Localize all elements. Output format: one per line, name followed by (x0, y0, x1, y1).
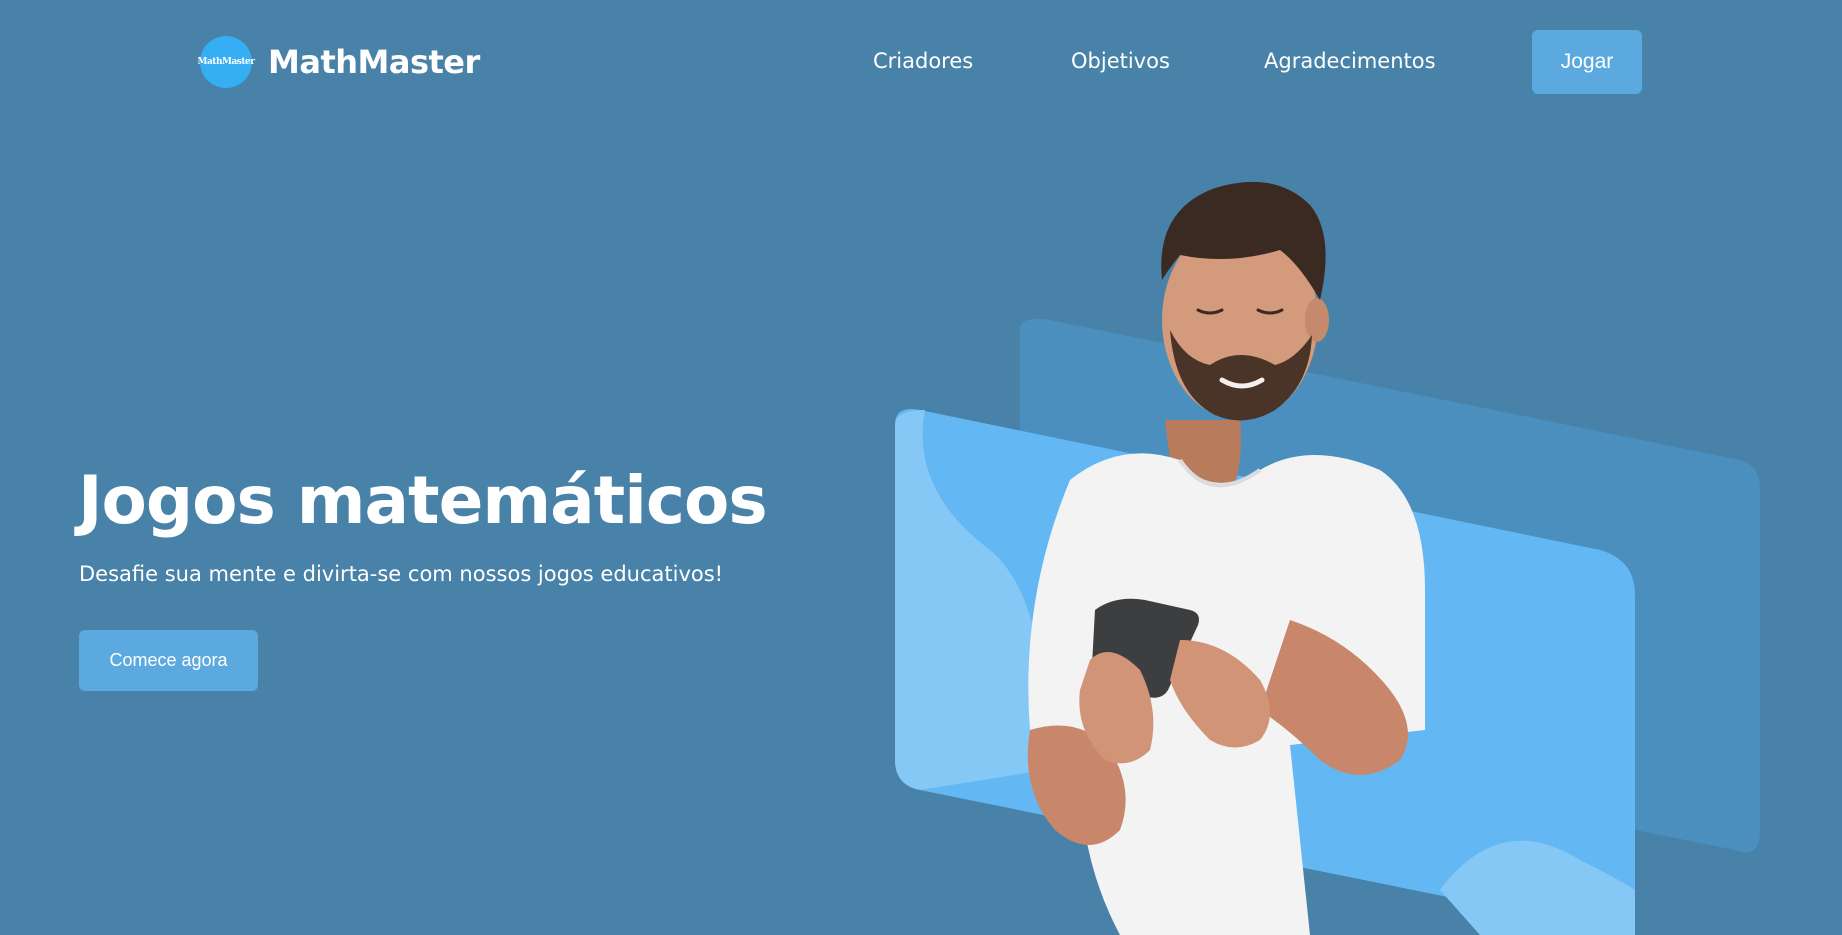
start-now-button[interactable]: Comece agora (79, 630, 258, 691)
play-button[interactable]: Jogar (1532, 30, 1642, 94)
hero-title: Jogos matemáticos (78, 462, 768, 539)
logo-link[interactable]: MathMaster MathMaster (197, 36, 480, 88)
nav-link-criadores[interactable]: Criadores (873, 49, 973, 73)
logo-badge-text: MathMaster (197, 57, 255, 67)
hero-subtitle: Desafie sua mente e divirta-se com nosso… (79, 562, 724, 586)
nav-link-agradecimentos[interactable]: Agradecimentos (1264, 49, 1436, 73)
hero-illustration (895, 181, 1760, 935)
brand-name: MathMaster (268, 43, 480, 81)
landing-page: MathMaster MathMaster Criadores Objetivo… (0, 0, 1842, 935)
logo-icon: MathMaster (197, 36, 255, 88)
nav-link-objetivos[interactable]: Objetivos (1071, 49, 1170, 73)
